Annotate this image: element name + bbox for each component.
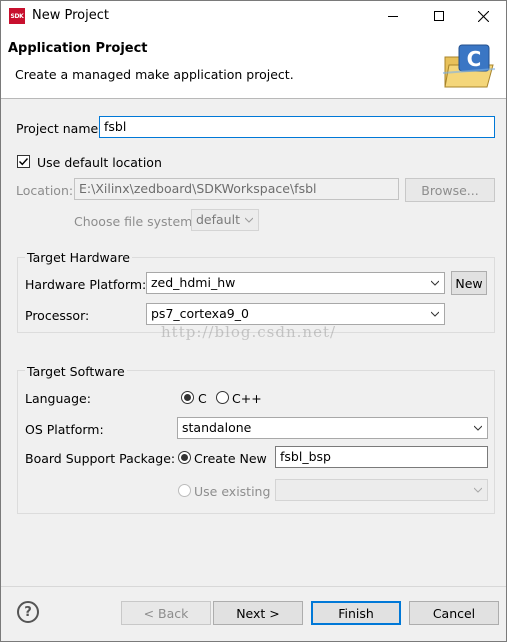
bsp-create-new-radio[interactable]: [178, 451, 191, 464]
language-label: Language:: [25, 391, 91, 406]
processor-label: Processor:: [25, 308, 90, 323]
maximize-icon: [434, 11, 444, 21]
file-system-label: Choose file system:: [74, 214, 197, 229]
browse-button[interactable]: Browse...: [405, 178, 495, 202]
back-button[interactable]: < Back: [121, 601, 211, 625]
processor-select[interactable]: ps7_cortexa9_0: [146, 303, 445, 325]
location-input[interactable]: E:\Xilinx\zedboard\SDKWorkspace\fsbl: [74, 178, 399, 200]
use-default-location-label: Use default location: [37, 155, 162, 170]
target-software-title: Target Software: [25, 364, 127, 379]
language-cpp-label: C++: [232, 391, 262, 406]
chevron-down-icon: [431, 311, 439, 317]
help-icon[interactable]: ?: [17, 601, 39, 623]
close-button[interactable]: [460, 1, 506, 31]
window-title: New Project: [32, 8, 109, 23]
close-icon: [477, 10, 489, 22]
os-platform-select[interactable]: standalone: [177, 417, 488, 439]
bsp-use-existing-label: Use existing: [194, 484, 271, 499]
cancel-button[interactable]: Cancel: [409, 601, 499, 625]
new-project-window: SDK New Project Application Project Crea…: [0, 0, 507, 642]
project-name-label: Project name:: [16, 121, 103, 136]
location-label: Location:: [16, 183, 74, 198]
chevron-down-icon: [245, 217, 253, 223]
bsp-existing-select[interactable]: [275, 479, 488, 501]
file-system-value: default: [196, 212, 240, 227]
bsp-create-new-label: Create New: [194, 451, 267, 466]
finish-button[interactable]: Finish: [311, 601, 401, 625]
new-hardware-button[interactable]: New: [451, 271, 487, 295]
watermark: http://blog.csdn.net/: [161, 323, 337, 341]
language-c-radio[interactable]: [181, 391, 194, 404]
maximize-button[interactable]: [416, 1, 462, 31]
minimize-button[interactable]: [370, 1, 416, 31]
language-cpp-radio[interactable]: [216, 391, 229, 404]
hardware-platform-select[interactable]: zed_hdmi_hw: [146, 272, 445, 294]
page-title: Application Project: [8, 41, 148, 56]
os-platform-value: standalone: [182, 420, 252, 435]
sdk-app-icon: SDK: [9, 8, 25, 24]
bsp-name-input[interactable]: fsbl_bsp: [275, 446, 488, 468]
svg-text:C: C: [467, 47, 482, 71]
project-name-input[interactable]: fsbl: [99, 116, 495, 138]
bsp-label: Board Support Package:: [25, 451, 176, 466]
wizard-banner: Application Project Create a managed mak…: [1, 31, 506, 99]
processor-value: ps7_cortexa9_0: [151, 306, 249, 321]
os-platform-label: OS Platform:: [25, 422, 104, 437]
checkmark-icon: [19, 158, 29, 166]
bsp-use-existing-radio[interactable]: [178, 484, 191, 497]
target-hardware-title: Target Hardware: [25, 250, 132, 265]
language-c-label: C: [198, 391, 207, 406]
page-description: Create a managed make application projec…: [15, 67, 294, 82]
next-button[interactable]: Next >: [213, 601, 303, 625]
title-bar: SDK New Project: [1, 1, 506, 31]
hardware-platform-label: Hardware Platform:: [25, 277, 147, 292]
hardware-platform-value: zed_hdmi_hw: [151, 275, 236, 290]
file-system-select[interactable]: default: [191, 209, 259, 231]
c-project-folder-icon: C: [442, 44, 496, 88]
chevron-down-icon: [431, 280, 439, 286]
minimize-icon: [388, 15, 398, 17]
chevron-down-icon: [474, 425, 482, 431]
chevron-down-icon: [474, 487, 482, 493]
footer-divider: [1, 586, 506, 587]
use-default-location-checkbox[interactable]: [17, 155, 30, 168]
